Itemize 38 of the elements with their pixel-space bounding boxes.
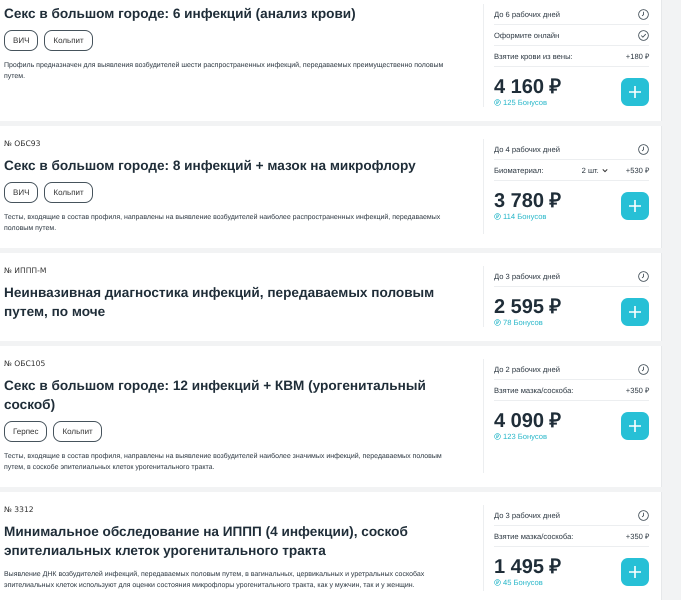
add-to-cart-button[interactable] (621, 558, 649, 586)
tag-chip[interactable]: ВИЧ (4, 182, 38, 203)
clock-icon (638, 8, 649, 20)
product-title[interactable]: Неинвазивная диагностика инфекций, передаваемых половым путем, по моче (4, 283, 463, 321)
plus-icon (628, 84, 642, 98)
tag-chip[interactable]: Кольпит (44, 30, 93, 51)
add-to-cart-button[interactable] (621, 412, 649, 440)
plus-icon (628, 418, 642, 432)
tag-chip[interactable]: Кольпит (53, 421, 102, 442)
product-title[interactable]: Секс в большом городе: 8 инфекций + мазок на микрофлору (4, 156, 416, 175)
price: 1 495 ₽ (494, 556, 562, 578)
bonus-icon (494, 213, 501, 220)
product-title[interactable]: Секс в большом городе: 6 инфекций (анализ крови) (4, 4, 356, 23)
bonus-icon (494, 433, 501, 440)
clock-icon (638, 510, 649, 520)
clock-icon (638, 364, 649, 374)
plus-icon (628, 198, 642, 212)
chevron-down-icon (602, 168, 608, 172)
add-to-cart-button[interactable] (621, 192, 649, 220)
price: 2 595 ₽ (494, 296, 562, 318)
add-to-cart-button[interactable] (621, 78, 649, 106)
tag-chip[interactable]: Кольпит (44, 182, 93, 203)
clock-icon (638, 144, 649, 154)
price: 4 090 ₽ (494, 410, 562, 432)
tag-chip[interactable]: ВИЧ (4, 30, 38, 51)
price: 3 780 ₽ (494, 190, 562, 212)
tag-chip[interactable]: Герпес (4, 421, 48, 442)
product-title[interactable]: Секс в большом городе: 12 инфекций + КВМ (урогенитальный соскоб) (4, 376, 463, 414)
clock-icon (638, 270, 649, 282)
bonus-icon (494, 319, 501, 326)
bonus-icon (494, 579, 501, 586)
check-circle-icon (638, 30, 649, 40)
price: 4 160 ₽ (494, 76, 562, 98)
plus-icon (628, 564, 642, 578)
plus-icon (628, 304, 642, 318)
product-title[interactable]: Минимальное обследование на ИППП (4 инфекции), соскоб эпителиальных клеток урогенитального тракта (4, 522, 463, 560)
add-to-cart-button[interactable] (621, 298, 649, 326)
bonus-icon (494, 99, 501, 106)
